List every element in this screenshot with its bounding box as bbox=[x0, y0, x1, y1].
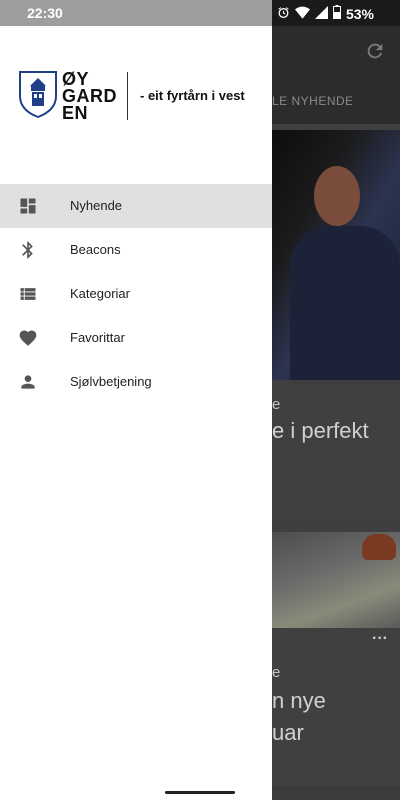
person-icon bbox=[18, 372, 38, 392]
drawer-item-favorittar[interactable]: Favorittar bbox=[0, 316, 272, 360]
news-card-category: e bbox=[272, 396, 281, 413]
signal-icon bbox=[314, 5, 328, 22]
news-card[interactable]: ··· e n nye uar bbox=[272, 630, 400, 786]
news-card-category: e bbox=[272, 664, 281, 681]
news-card-image[interactable] bbox=[272, 532, 400, 628]
brand-divider bbox=[127, 72, 128, 120]
navigation-drawer: ØY GARD EN - eit fyrtårn i vest Nyhende … bbox=[0, 26, 272, 786]
drawer-item-label: Favorittar bbox=[70, 330, 125, 345]
wifi-icon bbox=[294, 6, 310, 22]
system-nav-bar bbox=[0, 786, 400, 800]
news-card-title: e i perfekt bbox=[272, 418, 369, 443]
bluetooth-icon bbox=[18, 240, 38, 260]
oygarden-shield-logo bbox=[18, 70, 58, 119]
news-card-title: uar bbox=[272, 720, 304, 745]
gesture-handle[interactable] bbox=[165, 791, 235, 794]
dashboard-icon bbox=[18, 196, 38, 216]
drawer-header: ØY GARD EN - eit fyrtårn i vest bbox=[0, 26, 272, 184]
news-card[interactable]: e e i perfekt bbox=[272, 386, 400, 516]
drawer-item-sjolvbetjening[interactable]: Sjølvbetjening bbox=[0, 360, 272, 404]
brand-slogan: - eit fyrtårn i vest bbox=[140, 88, 245, 103]
alarm-icon bbox=[277, 6, 290, 22]
drawer-menu: Nyhende Beacons Kategoriar Favorittar Sj… bbox=[0, 184, 272, 404]
status-icons: 53% bbox=[277, 5, 374, 22]
drawer-item-label: Nyhende bbox=[70, 198, 123, 213]
drawer-item-label: Beacons bbox=[70, 242, 121, 257]
battery-percent: 53% bbox=[345, 5, 374, 22]
brand-line: EN bbox=[62, 103, 89, 123]
list-icon bbox=[18, 284, 38, 304]
refresh-icon[interactable] bbox=[364, 40, 386, 62]
brand-wordmark: ØY GARD EN bbox=[62, 70, 117, 123]
status-time: 22:30 bbox=[27, 5, 63, 21]
drawer-item-label: Sjølvbetjening bbox=[70, 374, 152, 389]
status-bar: 22:30 53% bbox=[0, 0, 400, 26]
drawer-item-nyhende[interactable]: Nyhende bbox=[0, 184, 272, 228]
news-card-title: n nye bbox=[272, 688, 326, 713]
drawer-item-kategoriar[interactable]: Kategoriar bbox=[0, 272, 272, 316]
more-options-icon[interactable]: ··· bbox=[372, 630, 388, 648]
heart-icon bbox=[18, 328, 38, 348]
drawer-item-beacons[interactable]: Beacons bbox=[0, 228, 272, 272]
battery-icon bbox=[332, 5, 341, 22]
drawer-item-label: Kategoriar bbox=[70, 286, 130, 301]
news-card-image[interactable] bbox=[272, 130, 400, 380]
tab-all-news[interactable]: LE NYHENDE bbox=[272, 94, 352, 108]
nav-bar-scrim bbox=[272, 786, 400, 800]
